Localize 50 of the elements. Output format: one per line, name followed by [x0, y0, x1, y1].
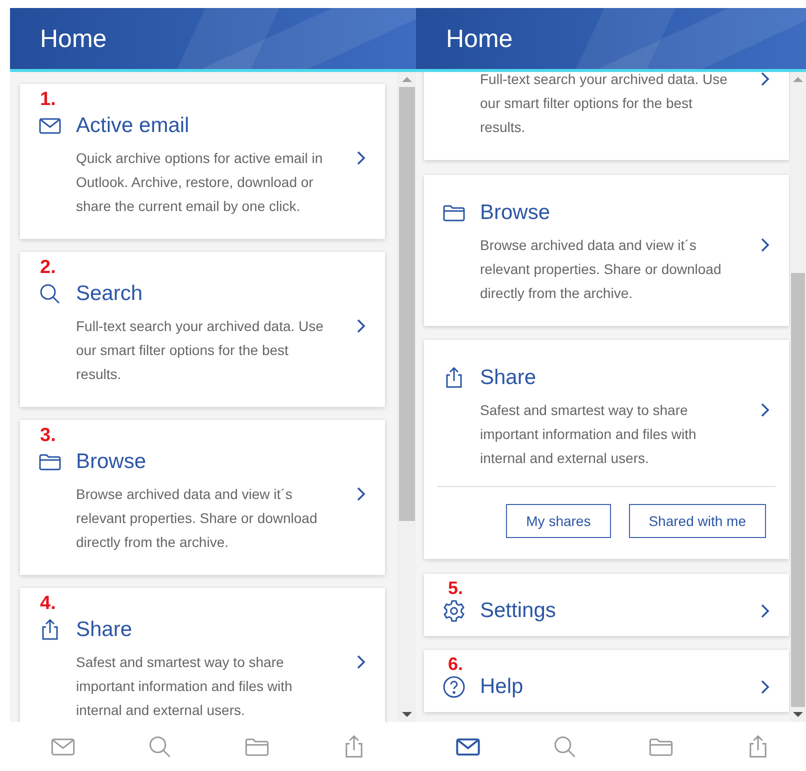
search-icon [38, 282, 62, 306]
step-number: 2. [40, 257, 56, 278]
chevron-right-icon [356, 150, 366, 166]
card-title: Search [76, 281, 144, 307]
step-number: 5. [448, 578, 464, 598]
feature-card[interactable]: 1. Active email Quick archive options for active email in Outlook. Archive, restore, download or share the current email by one click. [20, 84, 385, 239]
outline-button[interactable]: Shared with me [628, 504, 766, 538]
card-title: Active email [76, 113, 190, 139]
feature-card[interactable]: Browse Browse archived data and view it´s relevant properties. Share or download directly from the archive. [424, 174, 789, 326]
feature-card[interactable]: 2. Search Full-text search your archived data. Use our smart filter options for the best results. [20, 252, 385, 407]
card-description: Full-text search your archived data. Use our smart filter options for the best results. [480, 72, 728, 137]
menu-card[interactable]: 6. Help [424, 650, 789, 712]
feature-card[interactable]: Full-text search your archived data. Use our smart filter options for the best results. [424, 72, 789, 160]
menu-card[interactable]: 5. Settings [424, 574, 789, 636]
page-title: Home [40, 24, 107, 54]
step-number: 3. [40, 425, 56, 446]
chevron-right-icon [760, 236, 770, 252]
step-number: 1. [40, 89, 56, 110]
chevron-right-icon [760, 679, 770, 695]
chevron-right-icon [356, 486, 366, 502]
card-description: Quick archive options for active email in Outlook. Archive, restore, download or share the current email by one click. [76, 149, 324, 216]
page-title: Home [446, 24, 513, 54]
chevron-right-icon [356, 654, 366, 670]
settings-icon [442, 598, 466, 622]
card-title: Browse [76, 449, 148, 475]
card-description: Safest and smartest way to share important information and files with internal and external users. [480, 401, 698, 468]
search-icon [146, 734, 172, 760]
card-title: Share [76, 617, 134, 643]
feature-card[interactable]: 3. Browse Browse archived data and view it´s relevant properties. Share or download directly from the archive. [20, 420, 385, 575]
chevron-right-icon [356, 318, 366, 334]
card-description: Full-text search your archived data. Use our smart filter options for the best results. [76, 317, 324, 384]
card-title: Settings [480, 598, 557, 624]
card-description: Browse archived data and view it´s relevant properties. Share or download directly from the archive. [76, 485, 318, 552]
card-title: Share [480, 365, 538, 391]
search-icon [552, 734, 578, 760]
feature-card[interactable]: Share Safest and smartest way to share important information and files with internal and external users. My shares Shared with me [424, 340, 789, 559]
chevron-right-icon [760, 402, 770, 418]
card-title: Browse [480, 200, 552, 226]
feature-card[interactable]: 4. Share Safest and smartest way to share important information and files with internal and external users. [20, 588, 385, 722]
scrollbar[interactable] [790, 72, 806, 722]
step-number: 4. [40, 593, 56, 614]
chevron-right-icon [760, 72, 770, 87]
chevron-right-icon [760, 602, 770, 618]
card-title: Help [480, 674, 524, 700]
outline-button[interactable]: My shares [506, 504, 611, 538]
card-description: Browse archived data and view it´s relevant properties. Share or download directly from the archive. [480, 236, 722, 303]
step-number: 6. [448, 654, 464, 674]
card-description: Safest and smartest way to share important information and files with internal and external users. [76, 653, 294, 720]
help-icon [442, 675, 466, 699]
scrollbar[interactable] [397, 72, 416, 722]
